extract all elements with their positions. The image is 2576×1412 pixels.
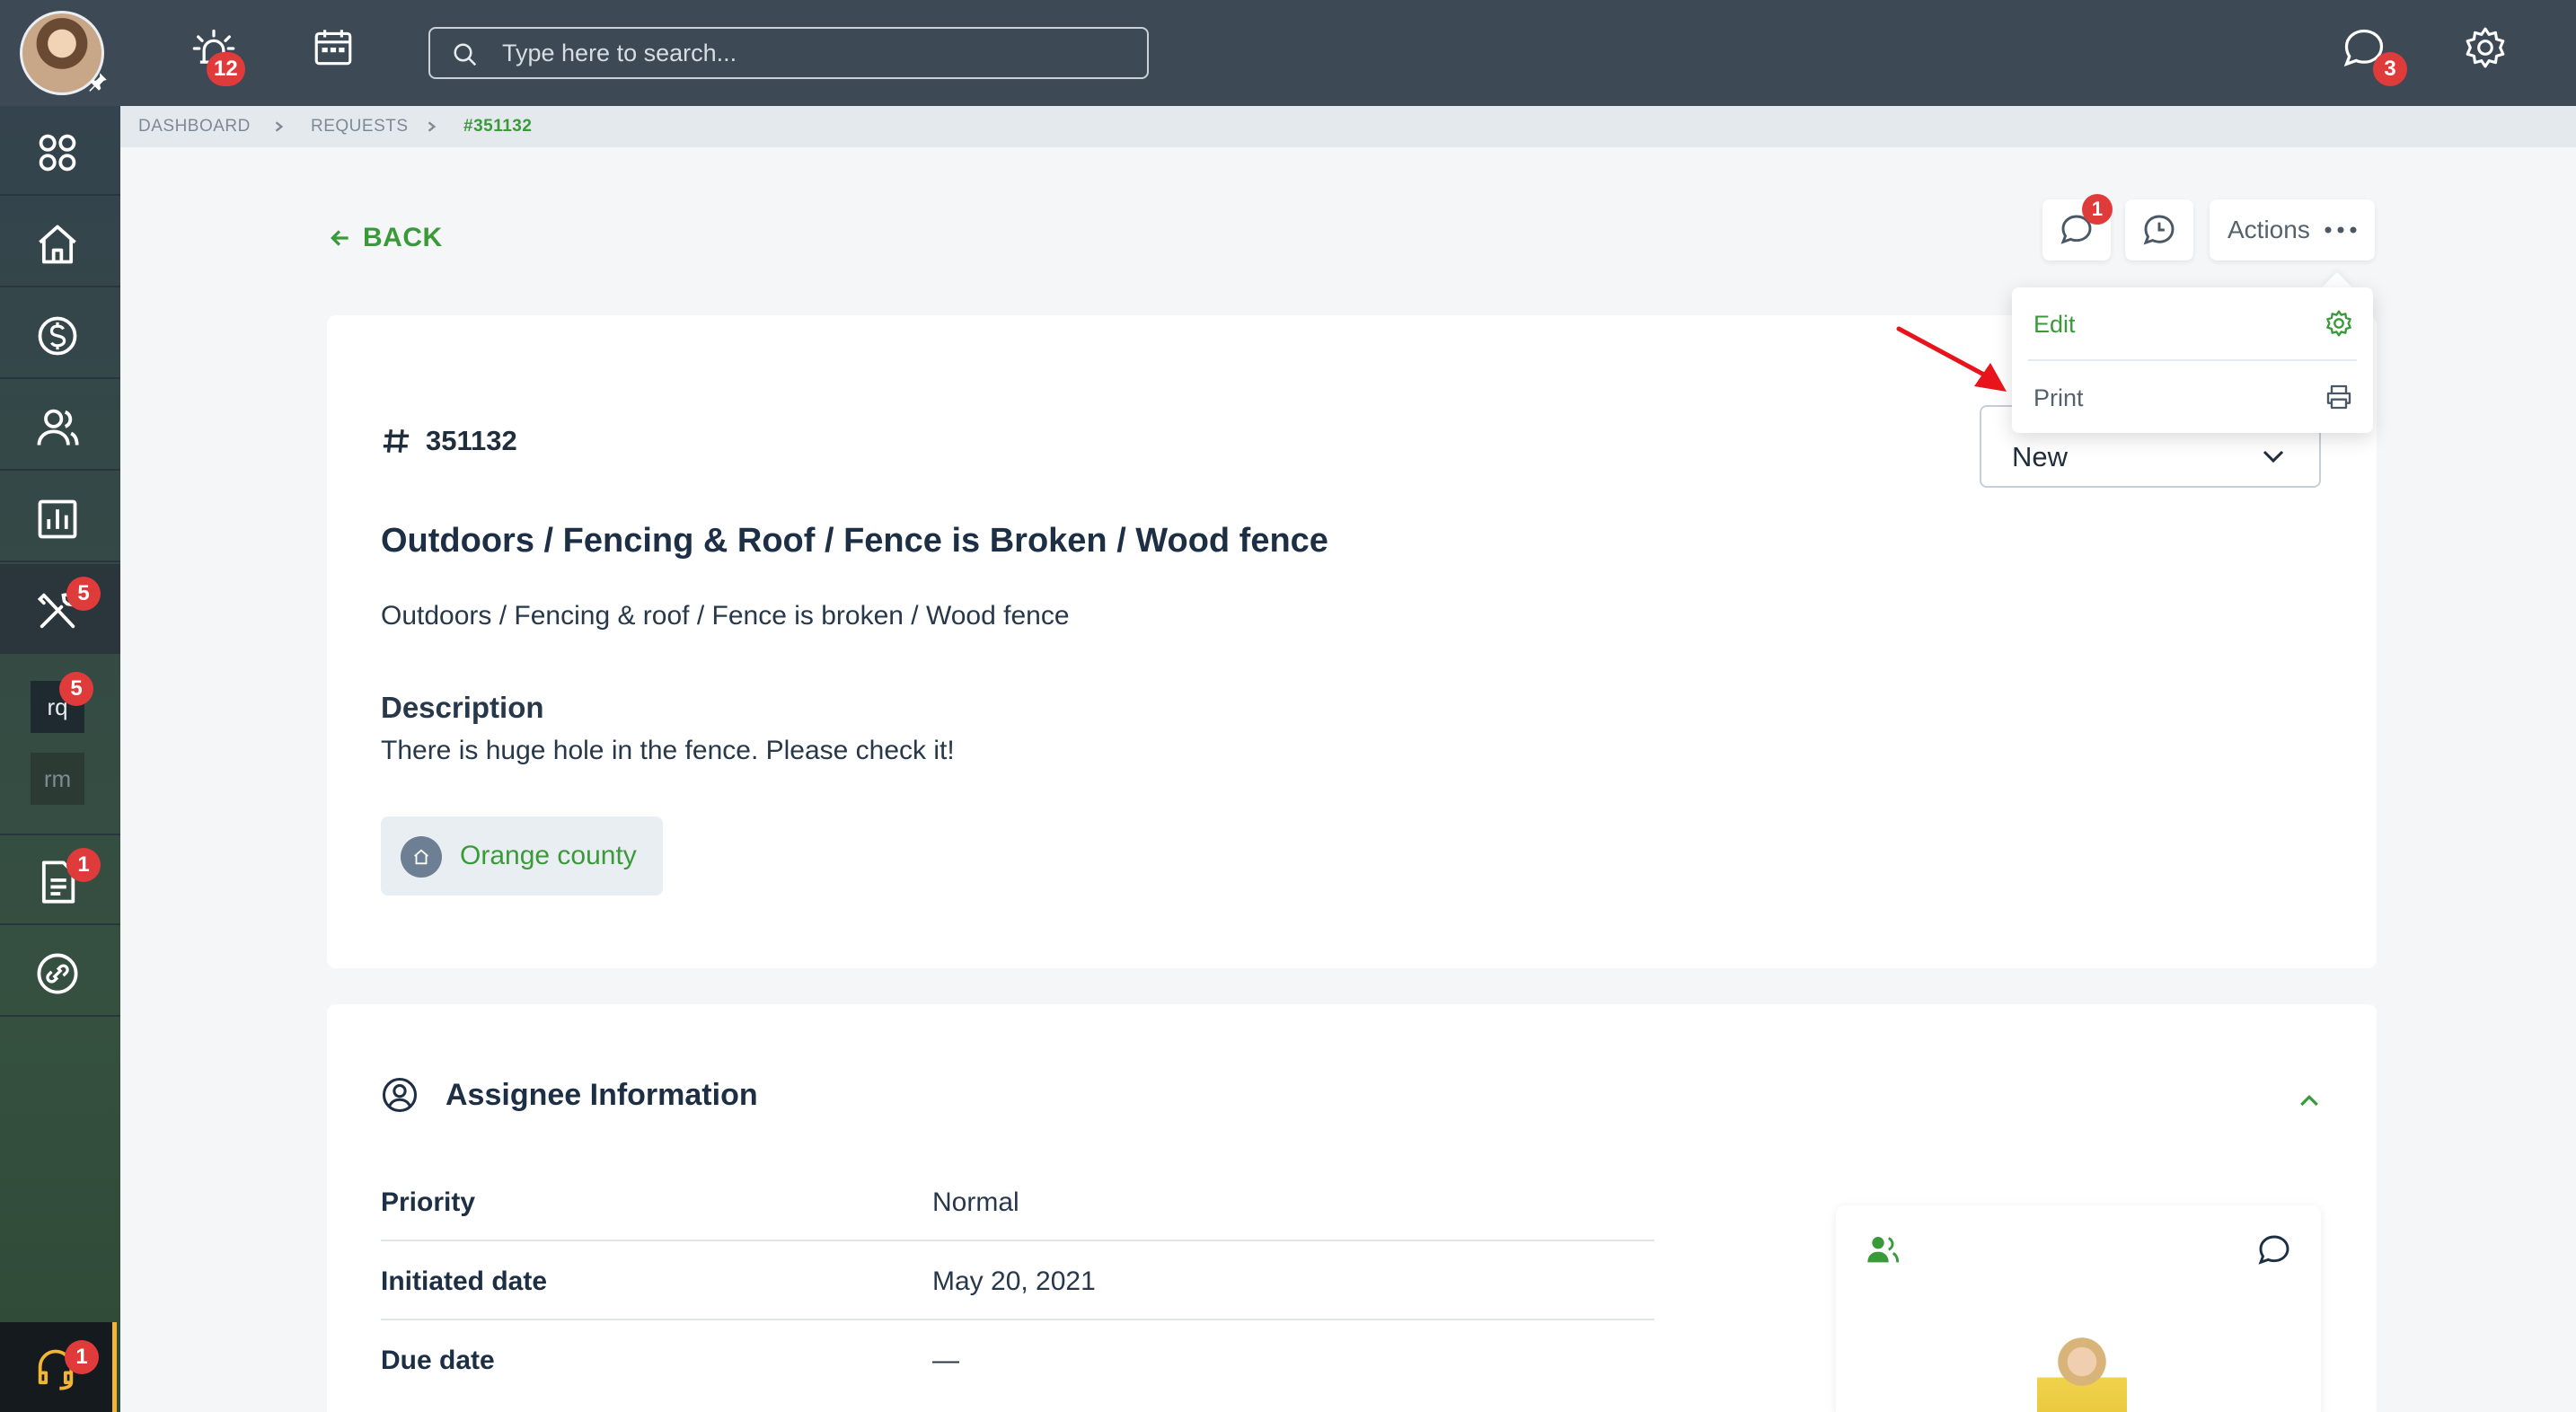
assignee-header[interactable]: Assignee Information — [381, 1076, 758, 1114]
breadcrumb-dashboard[interactable]: DASHBOARD — [138, 117, 251, 137]
messages-button[interactable]: 3 — [2341, 25, 2407, 86]
status-value: New — [2012, 441, 2069, 472]
link-icon — [37, 953, 78, 994]
info-row-initiated-date: Initiated date May 20, 2021 — [381, 1241, 1654, 1320]
breadcrumb: DASHBOARD REQUESTS #351132 — [120, 106, 2576, 147]
description-label: Description — [381, 691, 544, 724]
sidebar-item-reports[interactable] — [0, 472, 120, 562]
menu-item-print[interactable]: Print — [2012, 361, 2373, 433]
sidebar-item-people[interactable] — [0, 381, 120, 471]
calendar-icon — [314, 30, 352, 66]
comments-badge: 1 — [2082, 194, 2113, 225]
user-circle-icon — [382, 1077, 418, 1113]
search-icon — [454, 43, 477, 66]
chevron-right-icon — [428, 121, 437, 132]
sidebar-sub-rm[interactable]: rm — [31, 753, 84, 805]
more-dots-icon — [2325, 226, 2357, 234]
due-date-value: — — [932, 1346, 959, 1375]
actions-button[interactable]: Actions — [2210, 199, 2375, 260]
sidebar-item-maintenance[interactable]: 5 — [0, 564, 120, 654]
pin-icon — [89, 73, 107, 92]
chevron-right-icon — [275, 121, 284, 132]
request-id-value: 351132 — [426, 425, 517, 456]
assignee-section: Assignee Information Priority Normal Ini… — [327, 1004, 2377, 1412]
sidebar-item-finance[interactable] — [0, 289, 120, 379]
alerts-button[interactable]: 12 — [190, 25, 245, 86]
settings-button[interactable] — [2463, 25, 2517, 79]
top-bar: 12 3 — [0, 0, 2576, 106]
messages-badge: 3 — [2373, 52, 2407, 86]
info-row-due-date: Due date — — [381, 1320, 1654, 1399]
chat-icon[interactable] — [2256, 1232, 2292, 1268]
calendar-button[interactable] — [311, 25, 365, 79]
location-chip[interactable]: Orange county — [381, 816, 663, 896]
info-row-priority: Priority Normal — [381, 1162, 1654, 1241]
priority-label: Priority — [381, 1187, 476, 1217]
gear-icon — [2326, 310, 2351, 337]
property-icon — [401, 836, 442, 878]
users-icon — [37, 409, 79, 446]
alerts-badge: 12 — [207, 52, 245, 86]
comments-button[interactable]: 1 — [2042, 194, 2113, 260]
support-button[interactable]: 1 — [0, 1322, 117, 1412]
clock-chat-icon — [2143, 215, 2175, 245]
gear-icon — [2466, 27, 2505, 68]
home-icon — [39, 225, 76, 264]
sidebar: 5 rq 5 rm 1 — [0, 106, 120, 1412]
back-label: BACK — [363, 223, 443, 252]
history-button[interactable] — [2125, 199, 2193, 260]
dollar-icon — [38, 316, 77, 356]
assignee-card — [1836, 1205, 2321, 1412]
sidebar-item-home[interactable] — [0, 198, 120, 287]
request-category: Outdoors / Fencing & roof / Fence is bro… — [381, 601, 1070, 631]
chevron-down-icon — [2263, 450, 2284, 463]
annotation-arrow — [1896, 326, 2007, 392]
arrow-left-icon — [331, 230, 348, 246]
sidebar-item-links[interactable] — [0, 927, 120, 1017]
printer-icon — [2326, 384, 2351, 410]
actions-menu: Edit Print — [2012, 287, 2373, 433]
maintenance-badge: 5 — [66, 577, 101, 611]
search-input[interactable] — [502, 29, 1131, 77]
request-title: Outdoors / Fencing & Roof / Fence is Bro… — [381, 522, 1328, 560]
back-button[interactable]: BACK — [329, 223, 443, 253]
user-avatar[interactable] — [20, 11, 107, 95]
priority-value: Normal — [932, 1187, 1019, 1217]
actions-label: Actions — [2228, 216, 2310, 243]
rq-badge: 5 — [59, 672, 93, 706]
assignee-heading: Assignee Information — [446, 1077, 758, 1112]
description-text: There is huge hole in the fence. Please … — [381, 736, 955, 765]
initiated-date-label: Initiated date — [381, 1266, 548, 1296]
documents-badge: 1 — [66, 848, 101, 882]
assignee-photo — [2037, 1337, 2127, 1412]
hash-icon — [383, 429, 410, 453]
support-badge: 1 — [65, 1340, 99, 1374]
menu-item-edit[interactable]: Edit — [2012, 287, 2373, 359]
initiated-date-value: May 20, 2021 — [932, 1266, 1096, 1296]
menu-item-print-label: Print — [2033, 384, 2084, 411]
menu-item-edit-label: Edit — [2033, 311, 2076, 338]
sidebar-item-documents[interactable]: 1 — [0, 835, 120, 925]
request-id: 351132 — [381, 425, 517, 457]
location-label: Orange county — [460, 841, 637, 870]
due-date-label: Due date — [381, 1346, 495, 1375]
chevron-up-icon[interactable] — [2296, 1087, 2323, 1114]
user-assign-icon[interactable] — [1865, 1232, 1901, 1268]
bar-chart-icon — [38, 499, 77, 539]
apps-grid-icon — [39, 134, 76, 172]
breadcrumb-requests[interactable]: REQUESTS — [311, 117, 409, 137]
search-box[interactable] — [428, 27, 1149, 79]
sidebar-item-apps[interactable] — [0, 106, 120, 196]
breadcrumb-current: #351132 — [463, 117, 533, 136]
